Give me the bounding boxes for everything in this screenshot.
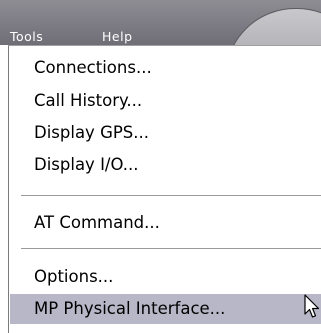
menu-item-mp-physical-interface[interactable]: MP Physical Interface... [10, 294, 321, 324]
tools-dropdown-menu: Connections... Call History... Display G… [8, 45, 321, 333]
app-window: Tools Help Connections... Call History..… [0, 0, 321, 333]
menu-item-call-history[interactable]: Call History... [10, 86, 321, 116]
menu-bar: Tools Help [0, 0, 321, 45]
mouse-pointer-icon [304, 294, 320, 318]
menu-item-at-command[interactable]: AT Command... [10, 208, 321, 238]
menu-tools[interactable]: Tools [10, 30, 43, 44]
menu-help[interactable]: Help [102, 30, 133, 44]
menu-item-display-gps[interactable]: Display GPS... [10, 118, 321, 148]
menu-item-connections[interactable]: Connections... [10, 53, 321, 83]
menu-separator [21, 195, 321, 199]
menu-item-options[interactable]: Options... [10, 262, 321, 292]
title-bar-decoration [225, 8, 321, 45]
menu-item-display-io[interactable]: Display I/O... [10, 150, 321, 180]
menu-separator [21, 248, 321, 252]
